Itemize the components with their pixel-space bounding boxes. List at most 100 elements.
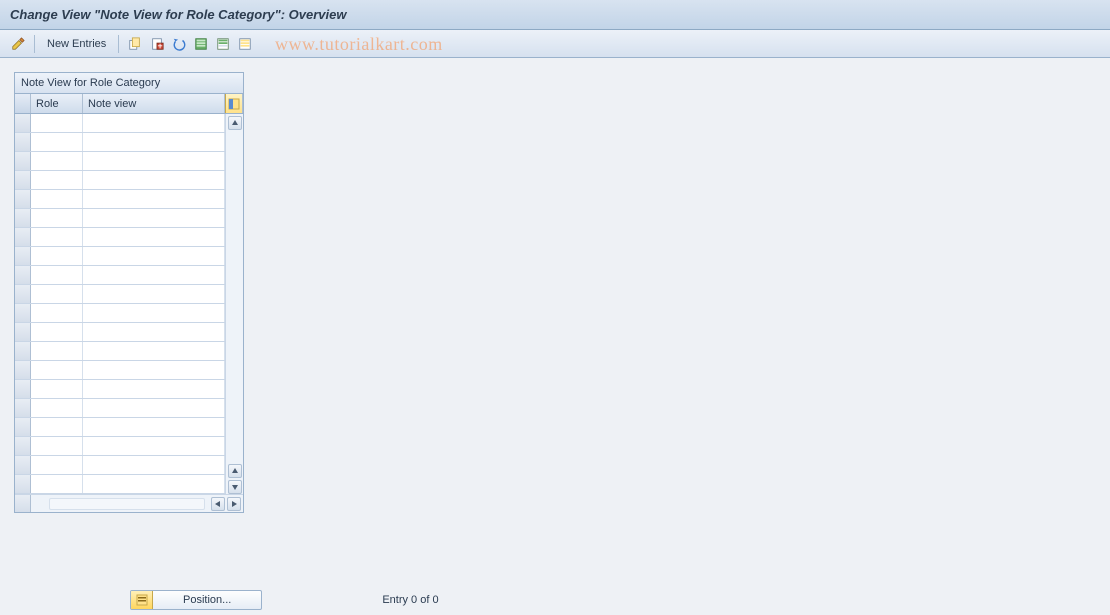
row-selector[interactable] [15, 152, 31, 170]
cell-note-view[interactable] [83, 209, 225, 227]
row-selector[interactable] [15, 114, 31, 132]
cell-role[interactable] [31, 285, 83, 303]
row-selector[interactable] [15, 285, 31, 303]
cell-note-view[interactable] [83, 475, 225, 493]
table-row[interactable] [15, 342, 225, 361]
row-selector[interactable] [15, 209, 31, 227]
scroll-right-button[interactable] [227, 497, 241, 511]
table-row[interactable] [15, 209, 225, 228]
cell-note-view[interactable] [83, 418, 225, 436]
cell-role[interactable] [31, 114, 83, 132]
cell-note-view[interactable] [83, 342, 225, 360]
cell-note-view[interactable] [83, 304, 225, 322]
row-selector[interactable] [15, 190, 31, 208]
cell-role[interactable] [31, 209, 83, 227]
column-header-role[interactable]: Role [31, 94, 83, 113]
scroll-left-button[interactable] [211, 497, 225, 511]
row-selector[interactable] [15, 475, 31, 493]
row-selector[interactable] [15, 266, 31, 284]
table-row[interactable] [15, 285, 225, 304]
table-row[interactable] [15, 304, 225, 323]
scroll-down-button[interactable] [228, 480, 242, 494]
table-row[interactable] [15, 418, 225, 437]
undo-change-button[interactable] [169, 34, 189, 54]
table-row[interactable] [15, 437, 225, 456]
cell-note-view[interactable] [83, 323, 225, 341]
table-row[interactable] [15, 323, 225, 342]
delete-button[interactable] [147, 34, 167, 54]
table-settings-button[interactable] [225, 94, 243, 113]
cell-note-view[interactable] [83, 437, 225, 455]
cell-role[interactable] [31, 342, 83, 360]
cell-role[interactable] [31, 171, 83, 189]
table-row[interactable] [15, 266, 225, 285]
table-row[interactable] [15, 361, 225, 380]
cell-note-view[interactable] [83, 399, 225, 417]
cell-note-view[interactable] [83, 133, 225, 151]
table-row[interactable] [15, 152, 225, 171]
row-selector[interactable] [15, 380, 31, 398]
cell-role[interactable] [31, 399, 83, 417]
table-row[interactable] [15, 114, 225, 133]
cell-role[interactable] [31, 266, 83, 284]
cell-role[interactable] [31, 323, 83, 341]
cell-role[interactable] [31, 190, 83, 208]
cell-note-view[interactable] [83, 228, 225, 246]
cell-note-view[interactable] [83, 266, 225, 284]
row-selector[interactable] [15, 342, 31, 360]
cell-note-view[interactable] [83, 361, 225, 379]
vertical-scrollbar[interactable] [225, 114, 243, 494]
deselect-all-button[interactable] [235, 34, 255, 54]
table-row[interactable] [15, 399, 225, 418]
cell-role[interactable] [31, 361, 83, 379]
row-selector[interactable] [15, 133, 31, 151]
cell-role[interactable] [31, 437, 83, 455]
table-row[interactable] [15, 475, 225, 494]
table-row[interactable] [15, 190, 225, 209]
row-selector[interactable] [15, 228, 31, 246]
row-selector[interactable] [15, 361, 31, 379]
cell-role[interactable] [31, 304, 83, 322]
row-selector-header[interactable] [15, 94, 31, 113]
toggle-display-change-button[interactable] [8, 34, 28, 54]
cell-note-view[interactable] [83, 247, 225, 265]
cell-role[interactable] [31, 380, 83, 398]
cell-note-view[interactable] [83, 380, 225, 398]
horizontal-scrollbar[interactable] [15, 494, 243, 512]
row-selector[interactable] [15, 456, 31, 474]
copy-as-button[interactable] [125, 34, 145, 54]
table-row[interactable] [15, 247, 225, 266]
scroll-up-button[interactable] [228, 116, 242, 130]
cell-role[interactable] [31, 418, 83, 436]
cell-role[interactable] [31, 456, 83, 474]
cell-note-view[interactable] [83, 285, 225, 303]
cell-note-view[interactable] [83, 456, 225, 474]
table-row[interactable] [15, 171, 225, 190]
row-selector[interactable] [15, 171, 31, 189]
column-header-note-view[interactable]: Note view [83, 94, 225, 113]
row-selector[interactable] [15, 437, 31, 455]
select-all-button[interactable] [191, 34, 211, 54]
table-row[interactable] [15, 456, 225, 475]
table-row[interactable] [15, 228, 225, 247]
row-selector[interactable] [15, 418, 31, 436]
cell-role[interactable] [31, 228, 83, 246]
row-selector[interactable] [15, 399, 31, 417]
cell-role[interactable] [31, 133, 83, 151]
new-entries-button[interactable]: New Entries [41, 36, 112, 52]
position-button[interactable]: Position... [130, 590, 262, 610]
row-selector[interactable] [15, 247, 31, 265]
cell-note-view[interactable] [83, 114, 225, 132]
row-selector[interactable] [15, 304, 31, 322]
table-row[interactable] [15, 380, 225, 399]
cell-role[interactable] [31, 152, 83, 170]
hscroll-track[interactable] [49, 498, 205, 510]
select-block-button[interactable] [213, 34, 233, 54]
cell-note-view[interactable] [83, 152, 225, 170]
cell-note-view[interactable] [83, 190, 225, 208]
cell-note-view[interactable] [83, 171, 225, 189]
table-row[interactable] [15, 133, 225, 152]
cell-role[interactable] [31, 247, 83, 265]
row-selector[interactable] [15, 323, 31, 341]
scroll-up-step-button[interactable] [228, 464, 242, 478]
